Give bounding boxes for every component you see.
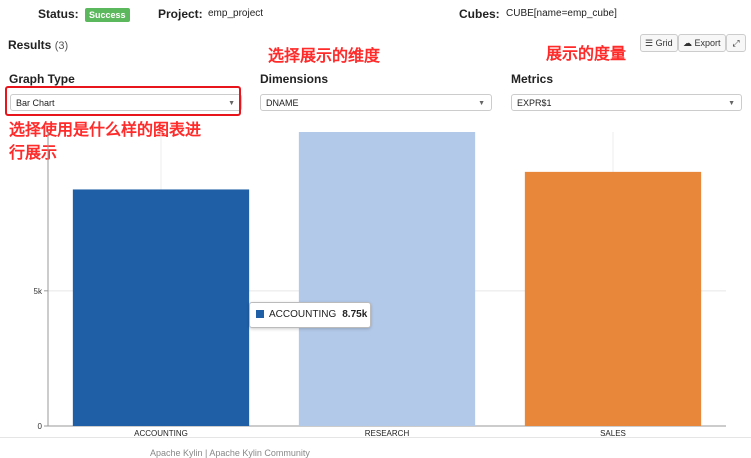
tooltip-swatch: [256, 310, 264, 319]
footer-text: Apache Kylin | Apache Kylin Community: [150, 448, 310, 458]
y-tick-label: 5k: [34, 287, 43, 296]
chart-tooltip: ACCOUNTING 8.75k: [249, 302, 371, 328]
bar-research: [298, 132, 476, 426]
tooltip-value: 8.75k: [342, 309, 368, 320]
bar-sales: [524, 171, 702, 426]
footer-links[interactable]: Apache Kylin | Apache Kylin Community: [150, 448, 310, 458]
tooltip-category: ACCOUNTING: [269, 309, 337, 320]
bar-chart: 05kACCOUNTING RESEARCH SALES: [34, 132, 726, 438]
footer-divider: [0, 437, 751, 438]
y-tick-label: 0: [38, 422, 43, 431]
bar-accounting: [72, 189, 250, 426]
